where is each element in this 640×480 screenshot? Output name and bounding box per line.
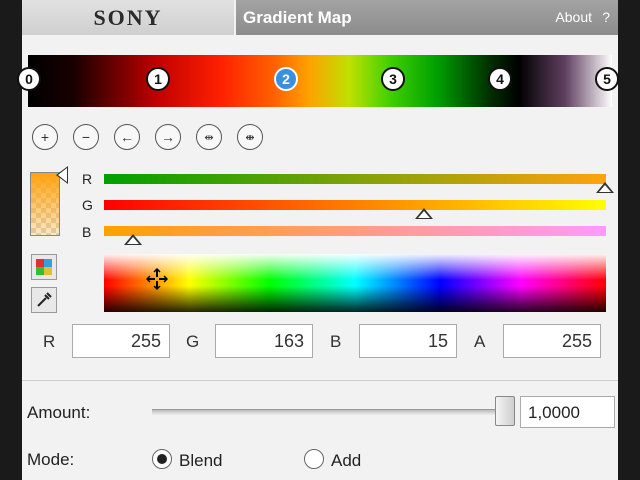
- amount-slider-thumb[interactable]: [495, 396, 515, 426]
- arrow-right-circle-icon[interactable]: →: [155, 124, 181, 150]
- channel-label-g: G: [82, 197, 93, 213]
- gradient-stop[interactable]: 3: [381, 67, 405, 91]
- amount-value-field[interactable]: 1,0000: [520, 396, 615, 428]
- gradient-stop-selected[interactable]: 2: [274, 67, 298, 91]
- channel-label-b: B: [82, 224, 92, 240]
- field-label-g: G: [186, 332, 200, 351]
- gradient-stop[interactable]: 4: [488, 67, 512, 91]
- gradient-stop[interactable]: 0: [17, 67, 41, 91]
- minus-circle-icon[interactable]: −: [73, 124, 99, 150]
- eyedropper-icon[interactable]: [31, 287, 57, 313]
- plugin-title: Gradient Map: [243, 8, 352, 27]
- brand-name: SONY: [93, 4, 163, 30]
- channel-thumb-g[interactable]: [415, 208, 433, 219]
- title-bar: Gradient Map About ?: [236, 0, 618, 35]
- spread-stops-icon[interactable]: ⇹: [196, 124, 222, 150]
- channel-slider-r[interactable]: [104, 174, 606, 184]
- mode-add-label[interactable]: Add: [331, 451, 361, 471]
- gradient-stop[interactable]: 5: [595, 67, 619, 91]
- field-label-r: R: [43, 332, 56, 351]
- r-value-field[interactable]: 255: [72, 324, 170, 358]
- plus-circle-icon[interactable]: +: [32, 124, 58, 150]
- amount-slider[interactable]: [152, 409, 508, 415]
- amount-label: Amount:: [27, 403, 91, 422]
- mode-blend-radio[interactable]: [152, 449, 172, 469]
- gradient-preview[interactable]: 0 1 2 3 4 5: [17, 55, 619, 107]
- channel-label-r: R: [82, 171, 93, 187]
- mode-blend-label[interactable]: Blend: [179, 451, 222, 471]
- g-value-field[interactable]: 163: [215, 324, 313, 358]
- crosshair-icon: [146, 268, 168, 290]
- arrow-left-circle-icon[interactable]: ←: [114, 124, 140, 150]
- b-value-field[interactable]: 15: [359, 324, 457, 358]
- channel-slider-b[interactable]: [104, 226, 606, 236]
- channel-slider-g[interactable]: [104, 200, 606, 210]
- gather-stops-icon[interactable]: ⇼: [237, 124, 263, 150]
- gradient-stop[interactable]: 1: [146, 67, 170, 91]
- help-link[interactable]: ?: [602, 9, 610, 25]
- mode-label: Mode:: [27, 450, 75, 469]
- brand-logo: SONY: [22, 0, 234, 35]
- field-label-b: B: [330, 332, 342, 351]
- swatch-pointer-icon: [56, 166, 68, 184]
- channel-thumb-b[interactable]: [124, 234, 142, 245]
- divider: [22, 380, 618, 381]
- color-spectrum[interactable]: [104, 254, 606, 312]
- palette-icon[interactable]: [31, 254, 57, 280]
- channel-thumb-r[interactable]: [596, 182, 614, 193]
- mode-add-radio[interactable]: [304, 449, 324, 469]
- field-label-a: A: [474, 332, 486, 351]
- about-link[interactable]: About: [555, 9, 592, 25]
- a-value-field[interactable]: 255: [503, 324, 601, 358]
